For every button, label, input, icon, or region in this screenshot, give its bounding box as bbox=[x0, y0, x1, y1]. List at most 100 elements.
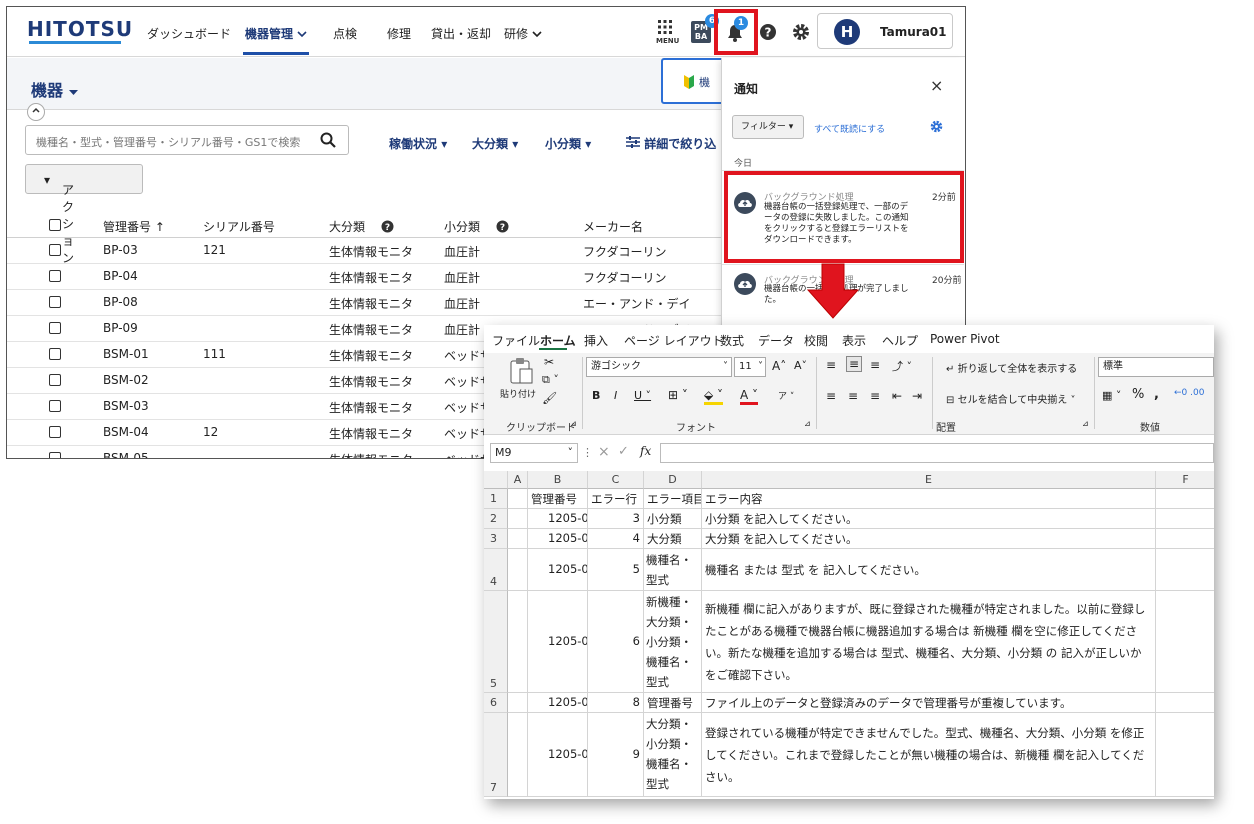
filter-operation-status[interactable]: 稼働状況 ▾ bbox=[389, 135, 447, 152]
column-header[interactable]: D bbox=[644, 471, 702, 489]
row-header[interactable]: 2 bbox=[484, 509, 508, 529]
settings-gear-icon[interactable] bbox=[792, 23, 810, 44]
cell[interactable] bbox=[1156, 509, 1214, 529]
page-title[interactable]: 機器 bbox=[31, 77, 78, 101]
cell[interactable]: 機種名 または 型式 を 記入してください。 bbox=[702, 549, 1156, 591]
menu-page-layout[interactable]: ページ レイアウト bbox=[624, 332, 724, 349]
decrease-indent-icon[interactable]: ⇤ bbox=[892, 389, 902, 403]
row-header[interactable]: 3 bbox=[484, 529, 508, 549]
cut-icon[interactable]: ✂ bbox=[544, 355, 554, 369]
align-top-icon[interactable]: ≡ bbox=[826, 358, 836, 372]
user-menu-button[interactable]: H Tamura01 bbox=[817, 13, 953, 49]
font-size-select[interactable]: 11 ˅ bbox=[734, 357, 766, 377]
help-icon[interactable]: ? bbox=[759, 23, 777, 44]
mark-all-read-link[interactable]: すべて既読にする bbox=[814, 122, 885, 135]
align-middle-icon[interactable]: ≡ bbox=[846, 356, 863, 372]
dialog-launcher-icon[interactable]: ⊿ bbox=[570, 419, 577, 428]
row-header[interactable]: 5 bbox=[484, 591, 508, 693]
cell[interactable]: 新機種 欄に記入がありますが、既に登録された機種が特定されました。以前に登録した… bbox=[702, 591, 1156, 693]
increase-decimal-icon[interactable]: ←0 .00 bbox=[1174, 388, 1204, 398]
nav-inspection[interactable]: 点検 bbox=[333, 25, 357, 42]
menu-formulas[interactable]: 数式 bbox=[720, 332, 744, 349]
nav-dashboard[interactable]: ダッシュボード bbox=[147, 25, 231, 42]
cell[interactable]: エラー行 bbox=[588, 489, 644, 509]
cell[interactable]: エラー項目 bbox=[644, 489, 702, 509]
row-header[interactable]: 1 bbox=[484, 489, 508, 509]
cell[interactable]: 機種名・型式 bbox=[644, 549, 702, 591]
row-checkbox[interactable] bbox=[49, 296, 61, 308]
notification-settings-gear-icon[interactable] bbox=[930, 120, 943, 133]
cell[interactable]: 1205-07 bbox=[528, 713, 588, 797]
column-header[interactable]: B bbox=[528, 471, 588, 489]
search-input[interactable]: 機種名・型式・管理番号・シリアル番号・GS1で検索 bbox=[25, 125, 349, 155]
cell[interactable] bbox=[1156, 713, 1214, 797]
menu-view[interactable]: 表示 bbox=[842, 332, 866, 349]
action-button[interactable]: アクション ▾ bbox=[25, 164, 143, 265]
italic-icon[interactable]: I bbox=[614, 389, 617, 402]
cell[interactable] bbox=[508, 549, 528, 591]
align-left-icon[interactable]: ≡ bbox=[826, 389, 836, 403]
row-checkbox[interactable] bbox=[49, 322, 61, 334]
underline-icon[interactable]: U ˅ bbox=[634, 389, 651, 402]
search-icon[interactable] bbox=[320, 132, 336, 148]
cell[interactable]: 登録されている機種が特定できませんでした。型式、機種名、大分類、小分類 を修正し… bbox=[702, 713, 1156, 797]
cell[interactable]: 管理番号 bbox=[528, 489, 588, 509]
row-checkbox[interactable] bbox=[49, 452, 61, 458]
bold-icon[interactable]: B bbox=[592, 389, 600, 402]
dialog-launcher-icon[interactable]: ⊿ bbox=[804, 419, 811, 428]
header-minor-category[interactable]: 小分類 ? bbox=[444, 218, 509, 235]
border-icon[interactable]: ⊞ ˅ bbox=[668, 388, 688, 402]
merge-center-button[interactable]: ⊟ セルを結合して中央揃え ˅ bbox=[946, 391, 1075, 406]
row-checkbox[interactable] bbox=[49, 400, 61, 412]
menu-review[interactable]: 校閲 bbox=[804, 332, 828, 349]
cell[interactable] bbox=[508, 591, 528, 693]
header-serial-no[interactable]: シリアル番号 bbox=[203, 218, 275, 235]
notification-filter-button[interactable]: フィルター ▾ bbox=[732, 115, 804, 139]
help-icon[interactable]: ? bbox=[381, 220, 394, 233]
cell[interactable]: ファイル上のデータと登録済みのデータで管理番号が重複しています。 bbox=[702, 693, 1156, 713]
cell[interactable]: 1205-03 bbox=[528, 549, 588, 591]
align-right-icon[interactable]: ≡ bbox=[870, 389, 880, 403]
column-header[interactable]: C bbox=[588, 471, 644, 489]
menu-home[interactable]: ホーム bbox=[540, 332, 576, 349]
cell[interactable] bbox=[508, 489, 528, 509]
cell[interactable]: 8 bbox=[588, 693, 644, 713]
cell[interactable]: 大分類・小分類・機種名・型式 bbox=[644, 713, 702, 797]
help-icon[interactable]: ? bbox=[496, 220, 509, 233]
font-color-icon[interactable]: A ˅ bbox=[740, 388, 759, 405]
accounting-format-icon[interactable]: ▦ ˅ bbox=[1102, 389, 1121, 402]
nav-equipment-management[interactable]: 機器管理 bbox=[245, 25, 307, 42]
row-checkbox[interactable] bbox=[49, 348, 61, 360]
filter-major-category[interactable]: 大分類 ▾ bbox=[472, 135, 518, 152]
nav-lending[interactable]: 貸出・返却 bbox=[431, 25, 491, 42]
comma-icon[interactable]: , bbox=[1154, 387, 1159, 402]
row-checkbox[interactable] bbox=[49, 270, 61, 282]
row-header[interactable]: 4 bbox=[484, 549, 508, 591]
column-header[interactable]: F bbox=[1156, 471, 1214, 489]
align-center-icon[interactable]: ≡ bbox=[848, 389, 858, 403]
header-major-category[interactable]: 大分類 ? bbox=[329, 218, 394, 235]
cell[interactable]: 6 bbox=[588, 591, 644, 693]
cell[interactable]: 9 bbox=[588, 713, 644, 797]
paste-icon[interactable] bbox=[508, 357, 534, 385]
cell[interactable]: 大分類 bbox=[644, 529, 702, 549]
close-icon[interactable]: × bbox=[930, 76, 943, 95]
cell[interactable] bbox=[1156, 489, 1214, 509]
formula-input[interactable] bbox=[660, 443, 1214, 463]
nav-repair[interactable]: 修理 bbox=[387, 25, 411, 42]
function-icon[interactable]: fx bbox=[640, 444, 651, 458]
confirm-icon[interactable]: ✓ bbox=[618, 444, 629, 459]
column-header[interactable]: A bbox=[508, 471, 528, 489]
select-all-checkbox[interactable] bbox=[49, 219, 61, 231]
increase-indent-icon[interactable]: ⇥ bbox=[912, 389, 922, 403]
nav-training[interactable]: 研修 bbox=[504, 25, 542, 42]
align-bottom-icon[interactable]: ≡ bbox=[870, 358, 880, 372]
row-header[interactable]: 7 bbox=[484, 713, 508, 797]
filter-minor-category[interactable]: 小分類 ▾ bbox=[545, 135, 591, 152]
cell[interactable]: 4 bbox=[588, 529, 644, 549]
row-checkbox[interactable] bbox=[49, 244, 61, 256]
cell[interactable]: 小分類 bbox=[644, 509, 702, 529]
copy-icon[interactable]: ⧉ ˅ bbox=[542, 373, 559, 387]
cell[interactable]: 管理番号 bbox=[644, 693, 702, 713]
cell[interactable] bbox=[508, 509, 528, 529]
